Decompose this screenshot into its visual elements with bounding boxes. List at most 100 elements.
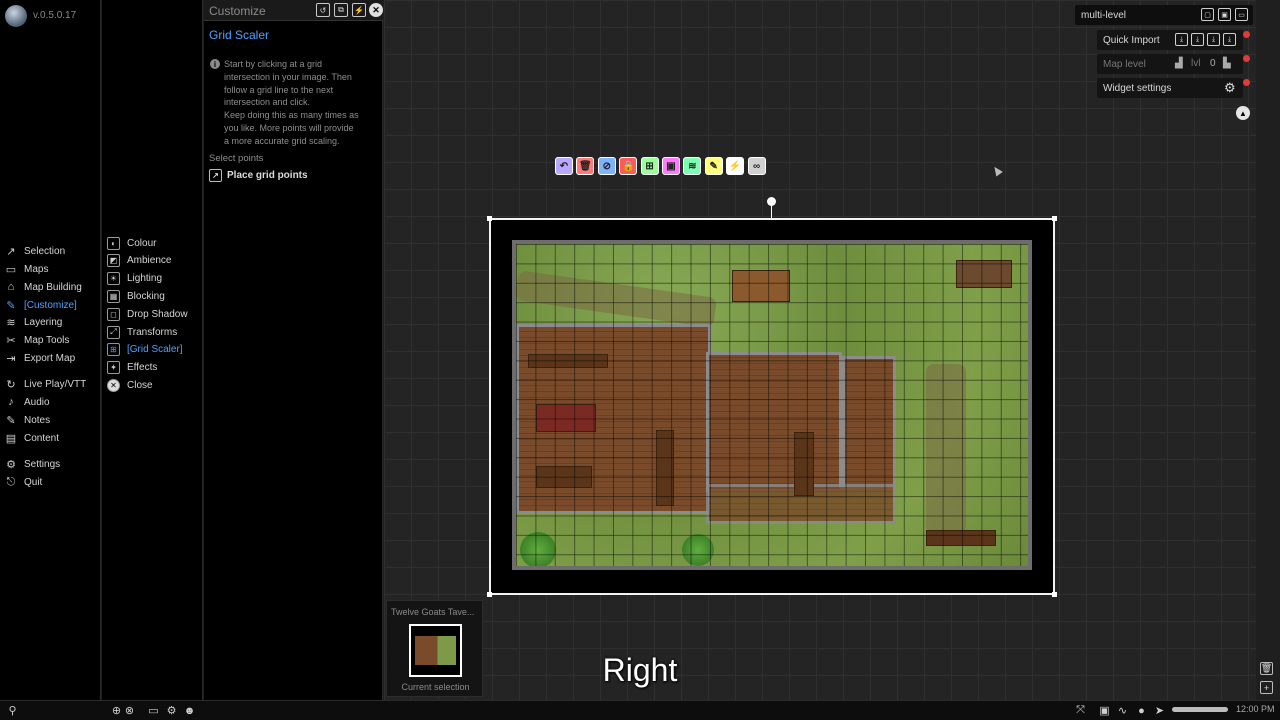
- submenu-item[interactable]: ◐ Colour: [107, 235, 156, 251]
- undo-icon[interactable]: ↶: [555, 157, 573, 175]
- clear-search-icon[interactable]: ⊗: [123, 704, 136, 717]
- reset-icon[interactable]: ↺: [316, 3, 330, 17]
- resize-handle-top-right[interactable]: [1052, 216, 1057, 221]
- selection-map-name: Twelve Goats Tave...: [391, 607, 475, 617]
- submenu-item[interactable]: ☀ Lighting: [107, 271, 162, 287]
- lightning-icon[interactable]: ⚡: [726, 157, 745, 175]
- submenu-item-label: [Grid Scaler]: [127, 344, 183, 356]
- map-tools-icon: ✂: [6, 334, 16, 347]
- submenu-item-icon: ✦: [107, 361, 120, 375]
- submenu-item-label: Lighting: [127, 273, 163, 285]
- screenshot-icon[interactable]: ▣: [1098, 704, 1111, 717]
- nav-item-label: Layering: [24, 316, 63, 328]
- nav-item-layering[interactable]: ≋ Layering: [4, 314, 62, 330]
- add-search-icon[interactable]: ⊕: [110, 704, 123, 717]
- place-grid-points-button[interactable]: ↗ Place grid points: [209, 169, 308, 182]
- nav-item-label: Content: [24, 432, 60, 444]
- volume-slider[interactable]: [1172, 707, 1228, 712]
- submenu-item-label: Close: [127, 379, 153, 391]
- map-grid-overlay: [516, 244, 1028, 566]
- customize-panel: Customize ↺ ⧉ ⚡ ✕ Grid Scaler i Start by…: [204, 0, 383, 700]
- lightning-icon[interactable]: ⚡: [352, 3, 366, 17]
- folder-icon[interactable]: ▭: [1235, 8, 1248, 21]
- nav-item-audio[interactable]: ♪ Audio: [4, 394, 49, 410]
- nav-item-label: Notes: [24, 414, 51, 426]
- magic-wand-icon[interactable]: ✎: [704, 157, 723, 175]
- resize-handle-bottom-right[interactable]: [1052, 592, 1057, 597]
- nav-item-label: Map Tools: [24, 334, 70, 346]
- nav-item-map-tools[interactable]: ✂ Map Tools: [4, 332, 69, 348]
- hide-icon[interactable]: ⊘: [597, 157, 616, 175]
- live-play-icon: ↻: [6, 378, 16, 391]
- import-layer-icon[interactable]: ⤓: [1191, 33, 1204, 46]
- group-icon[interactable]: ⊞: [640, 157, 659, 175]
- submenu-item[interactable]: ⤢ Transforms: [107, 324, 177, 340]
- submenu-item[interactable]: ◻ Drop Shadow: [107, 306, 188, 322]
- nav-item-notes[interactable]: ✎ Notes: [4, 412, 50, 428]
- fullscreen-icon[interactable]: ⤧: [1074, 704, 1087, 717]
- import-folder-icon[interactable]: ⤓: [1223, 33, 1236, 46]
- submenu-item[interactable]: ▦ Blocking: [107, 288, 165, 304]
- submenu-item-icon: ⊞: [107, 343, 120, 357]
- audio-wave-icon[interactable]: ∿: [1116, 704, 1129, 717]
- nav-item-selection[interactable]: ↗ Selection: [4, 243, 65, 259]
- import-icon[interactable]: ⤓: [1175, 33, 1188, 46]
- submenu-item[interactable]: ◩ Ambience: [107, 253, 171, 269]
- nav-item-maps[interactable]: ▭ Maps: [4, 261, 49, 277]
- creature-icon[interactable]: ☻: [183, 704, 196, 717]
- submenu-item-icon: ◩: [107, 254, 120, 268]
- nav-item-live-play[interactable]: ↻ Live Play/VTT: [4, 376, 86, 392]
- submenu-item[interactable]: ✕ Close: [107, 377, 153, 393]
- map-level-widget[interactable]: Map level ▟ lvl 0 ▙: [1097, 54, 1243, 74]
- lock-icon[interactable]: 🔒: [619, 157, 638, 175]
- quick-import-label: Quick Import: [1103, 34, 1160, 46]
- link-icon[interactable]: ∞: [747, 157, 766, 175]
- nav-item-map-building[interactable]: ⌂ Map Building: [4, 279, 82, 295]
- quick-import-widget[interactable]: Quick Import ⤓ ⤓ ⤓ ⤓: [1097, 30, 1243, 50]
- save-icon[interactable]: ▣: [1218, 8, 1231, 21]
- tavern-map-image[interactable]: [512, 240, 1032, 570]
- nav-item-gear[interactable]: ⚙ Settings: [4, 456, 60, 472]
- resize-handle-bottom-left[interactable]: [487, 592, 492, 597]
- nav-item-label: Settings: [24, 458, 61, 470]
- new-file-icon[interactable]: ▢: [1201, 8, 1214, 21]
- nav-item-quit[interactable]: ⎋ Quit: [4, 474, 43, 490]
- gear-icon[interactable]: ⚙: [1224, 80, 1236, 96]
- nav-item-export-map[interactable]: ⇥ Export Map: [4, 350, 75, 366]
- app-logo-icon: [5, 5, 27, 27]
- import-asset-icon[interactable]: ⤓: [1207, 33, 1220, 46]
- submenu-item[interactable]: ⊞ [Grid Scaler]: [107, 342, 183, 358]
- resize-handle-top-left[interactable]: [487, 216, 492, 221]
- customize-submenu: ◐ Colour ◩ Ambience ☀ Lighting ▦ Blocking ◻ Drop …: [102, 0, 203, 700]
- map-building-icon: ⌂: [7, 281, 15, 293]
- submenu-item[interactable]: ✦ Effects: [107, 360, 157, 376]
- close-map-level-icon[interactable]: [1243, 55, 1250, 62]
- layers-icon[interactable]: ≋: [683, 157, 702, 175]
- place-point-icon: ↗: [209, 169, 222, 182]
- close-widget-settings-icon[interactable]: [1243, 79, 1250, 86]
- record-icon[interactable]: ●: [1135, 704, 1148, 717]
- submenu-item-icon: ▦: [107, 289, 120, 303]
- image-icon[interactable]: ▣: [661, 157, 680, 175]
- nav-item-content[interactable]: ▤ Content: [4, 430, 59, 446]
- close-panel-button[interactable]: ✕: [369, 3, 383, 17]
- widget-settings-widget[interactable]: Widget settings ⚙: [1097, 78, 1243, 98]
- submenu-item-icon: ◐: [107, 236, 120, 250]
- send-icon[interactable]: ➤: [1153, 704, 1166, 717]
- rotate-handle[interactable]: [767, 197, 776, 206]
- level-chart-icon[interactable]: ▙: [1223, 58, 1231, 69]
- delete-icon[interactable]: 🗑: [576, 157, 595, 175]
- submenu-item-icon: ⤢: [107, 325, 120, 339]
- section-title: Grid Scaler: [209, 28, 270, 42]
- asset-settings-icon[interactable]: ⚙: [165, 704, 178, 717]
- collapse-up-icon[interactable]: ▲: [1236, 106, 1250, 120]
- nav-item-label: Export Map: [24, 352, 76, 364]
- copy-icon[interactable]: ⧉: [334, 3, 348, 17]
- nav-item-customize[interactable]: ✎ [Customize]: [4, 297, 76, 313]
- select-points-label: Select points: [209, 153, 264, 164]
- multi-level-widget[interactable]: multi-level ▢ ▣ ▭: [1075, 5, 1253, 25]
- search-icon[interactable]: ⚲: [6, 704, 19, 717]
- folder-icon[interactable]: ▭: [147, 704, 160, 717]
- close-quick-import-icon[interactable]: [1243, 31, 1250, 38]
- map-level-value: 0: [1210, 58, 1216, 69]
